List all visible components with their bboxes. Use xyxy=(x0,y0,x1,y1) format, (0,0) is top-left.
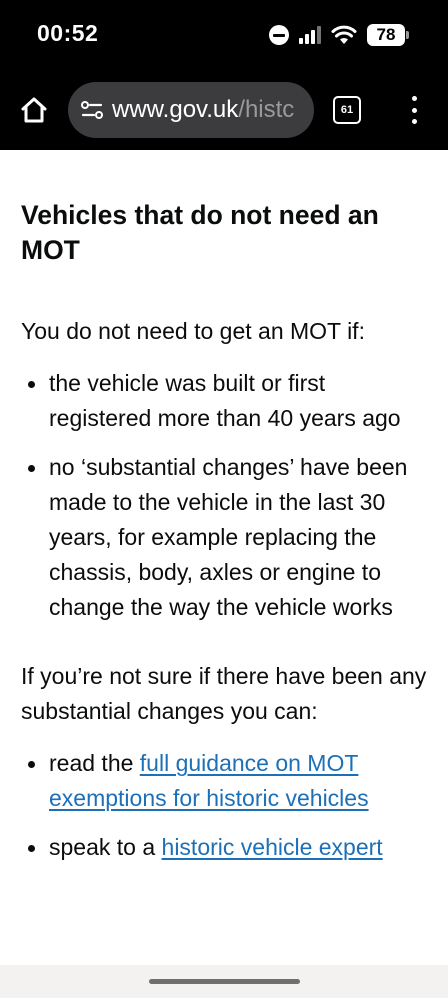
url-path: /histc xyxy=(238,96,295,123)
url-bar[interactable]: www.gov.uk/histc xyxy=(68,82,314,138)
list-item: the vehicle was built or first registere… xyxy=(21,366,431,436)
wifi-icon xyxy=(331,25,357,44)
unsure-text: If you’re not sure if there have been an… xyxy=(21,663,427,724)
browser-toolbar: www.gov.uk/histc 61 xyxy=(0,70,448,150)
tabs-button[interactable]: 61 xyxy=(333,96,361,124)
battery-icon: 78 xyxy=(367,24,410,47)
signal-icon xyxy=(299,26,321,44)
page-heading: Vehicles that do not need an MOT xyxy=(21,200,379,265)
home-button[interactable] xyxy=(16,92,52,128)
home-icon xyxy=(21,97,47,123)
url-text: www.gov.uk/histc xyxy=(112,96,294,124)
list-item: no ‘substantial changes’ have been made … xyxy=(21,450,431,625)
status-bar: 00:52 78 xyxy=(0,0,448,70)
historic-vehicle-expert-link[interactable]: historic vehicle expert xyxy=(162,834,383,860)
url-host: www.gov.uk xyxy=(112,96,239,123)
main-content: Vehicles that do not need an MOT You do … xyxy=(21,150,431,865)
actions-list: read the full guidance on MOT exemptions… xyxy=(21,746,431,865)
status-icons: 78 xyxy=(269,22,410,48)
tab-count: 61 xyxy=(340,104,354,116)
do-not-disturb-icon xyxy=(269,25,289,45)
list-item-prefix: speak to a xyxy=(49,834,162,860)
list-item: read the full guidance on MOT exemptions… xyxy=(21,746,431,816)
intro-text: You do not need to get an MOT if: xyxy=(21,318,365,344)
home-indicator[interactable] xyxy=(149,979,300,984)
list-item: speak to a historic vehicle expert xyxy=(21,830,431,865)
battery-level: 78 xyxy=(367,24,405,46)
exemption-conditions-list: the vehicle was built or first registere… xyxy=(21,366,431,625)
site-info-icon[interactable] xyxy=(80,98,104,122)
list-item-prefix: read the xyxy=(49,750,140,776)
more-menu-icon[interactable] xyxy=(400,94,428,126)
status-time: 00:52 xyxy=(37,20,99,46)
